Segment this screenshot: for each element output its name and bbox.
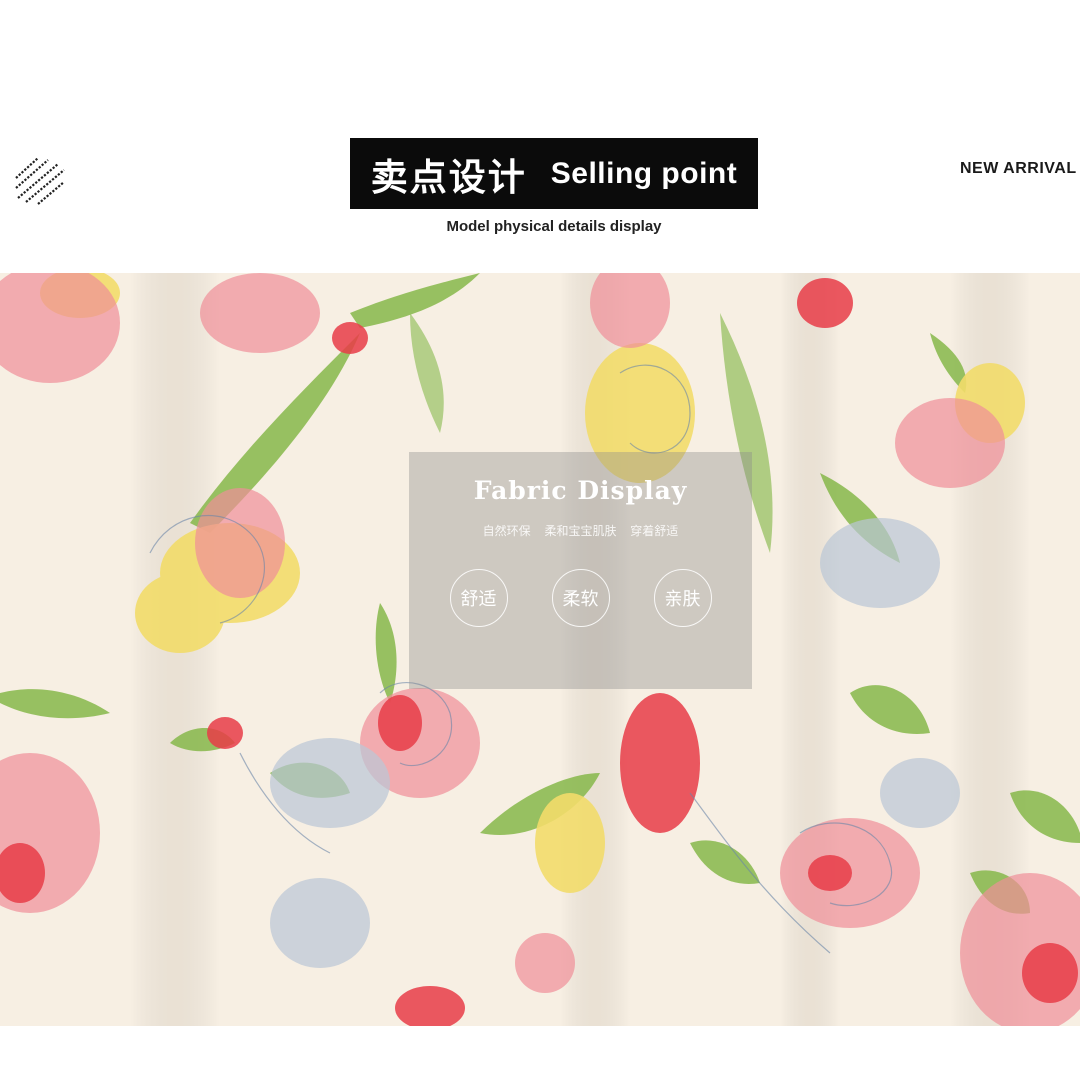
diagonal-stripes-icon (15, 157, 65, 205)
section-subtitle: Model physical details display (446, 218, 662, 235)
panel-title: Fabric Display (473, 476, 688, 505)
feature-badges: 舒适 柔软 亲肤 (409, 569, 752, 627)
footer-space (0, 1026, 1080, 1080)
header: 卖点设计 Selling point Model physical detail… (0, 0, 1080, 272)
new-arrival-label: NEW ARRIVAL (960, 160, 1077, 177)
panel-subtitle: 自然环保 柔和宝宝肌肤 穿着舒适 (482, 524, 679, 538)
badge-skin-friendly: 亲肤 (653, 569, 712, 627)
section-title-box: 卖点设计 Selling point (350, 138, 758, 209)
badge-comfortable: 舒适 (449, 569, 508, 627)
fabric-display-panel: Fabric Display 自然环保 柔和宝宝肌肤 穿着舒适 舒适 柔软 亲肤 (409, 452, 752, 689)
badge-soft: 柔软 (551, 569, 610, 627)
section-title-en: Selling point (550, 156, 738, 190)
section-title-cn: 卖点设计 (370, 155, 527, 199)
fabric-photo: Fabric Display 自然环保 柔和宝宝肌肤 穿着舒适 舒适 柔软 亲肤 (0, 273, 1080, 1026)
